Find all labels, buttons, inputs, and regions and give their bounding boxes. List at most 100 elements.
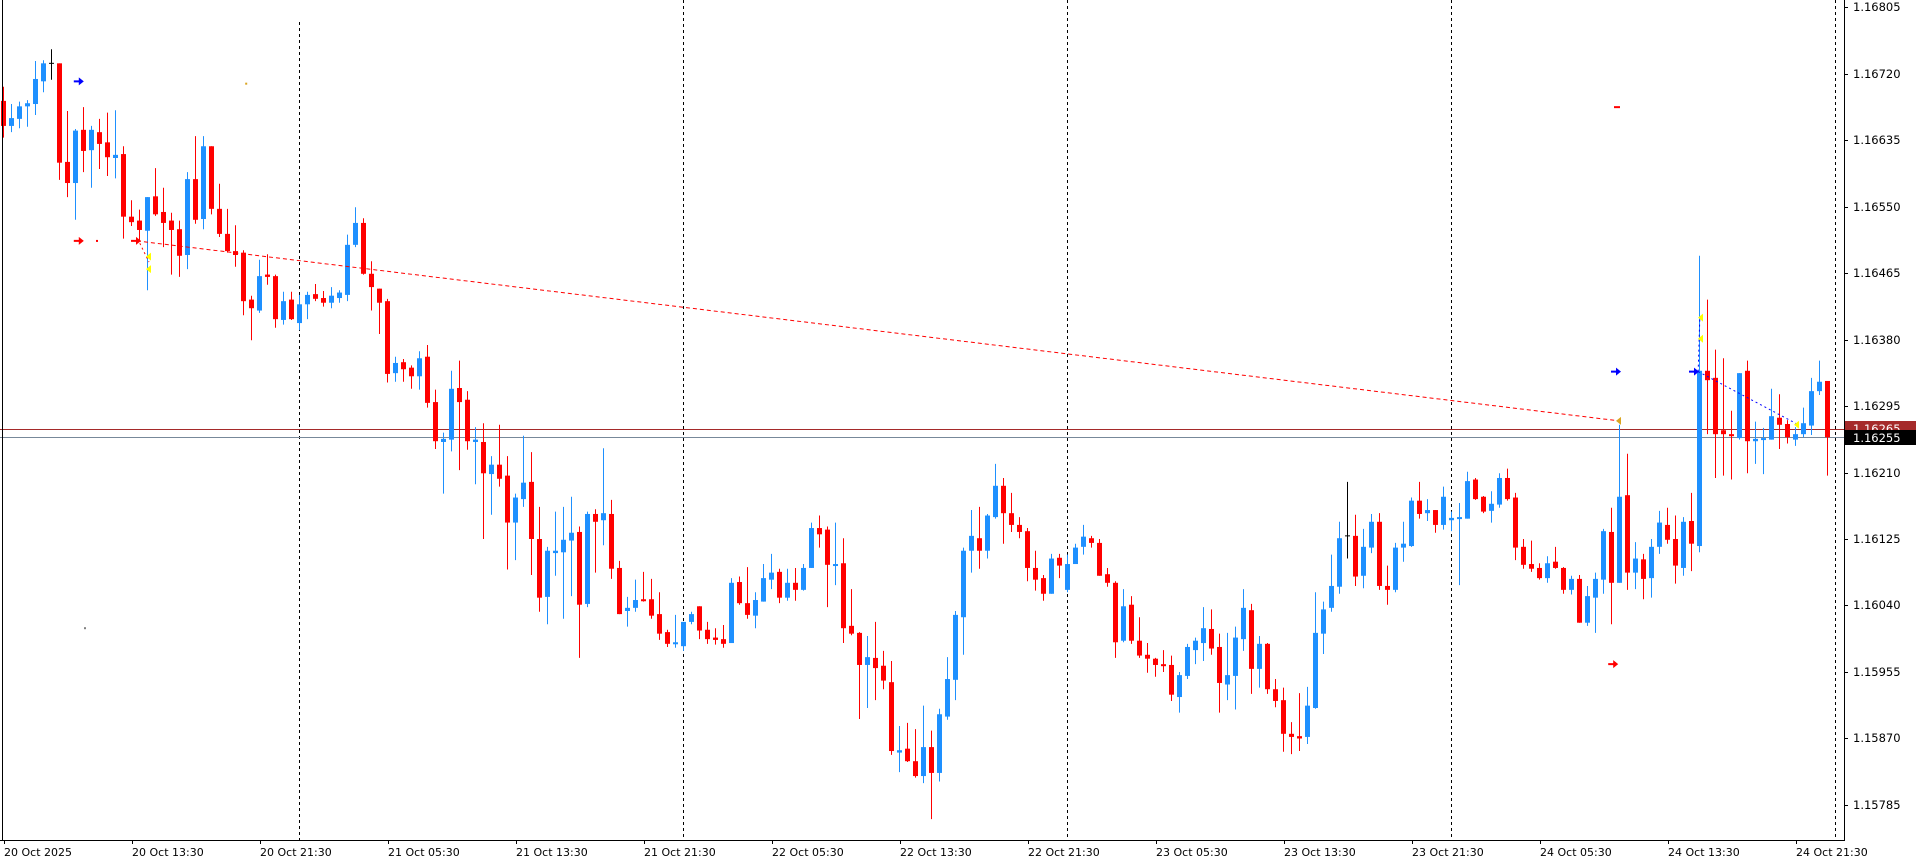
candle	[1393, 542, 1398, 593]
candle-body	[1169, 664, 1174, 695]
candle-body	[1417, 500, 1422, 514]
candle-body	[553, 550, 558, 554]
candle-body	[729, 582, 734, 644]
price-tick-label: 1.16040	[1853, 598, 1901, 612]
candle	[1473, 477, 1478, 500]
candle-body	[1145, 654, 1150, 659]
candle-body	[1449, 517, 1454, 521]
candle-body	[377, 288, 382, 303]
candle-body	[537, 539, 542, 598]
candle-body	[889, 682, 894, 752]
candle-body	[849, 625, 854, 634]
candle-body	[1649, 546, 1654, 579]
candle-body	[41, 63, 46, 82]
candle-body	[1497, 477, 1502, 505]
candle	[729, 578, 734, 644]
candle-body	[737, 582, 742, 604]
candle-body	[1801, 423, 1806, 435]
candle-body	[1289, 733, 1294, 737]
candle-body	[809, 528, 814, 568]
candle-body	[1321, 609, 1326, 634]
candle-body	[905, 748, 910, 762]
price-tick-label: 1.16465	[1853, 266, 1901, 280]
candle-body	[1265, 643, 1270, 690]
candle-body	[713, 637, 718, 640]
candle-body	[953, 614, 958, 680]
candle-body	[1513, 497, 1518, 548]
candle-body	[561, 539, 566, 553]
candle-body	[1177, 675, 1182, 698]
candle-body	[1361, 546, 1366, 576]
candle-body	[57, 63, 62, 163]
candle-body	[481, 441, 486, 474]
candle-body	[289, 299, 294, 320]
candle-body	[1377, 521, 1382, 586]
candle-body	[521, 482, 526, 500]
candle	[1049, 553, 1054, 594]
candle	[585, 511, 590, 608]
candle-body	[1001, 485, 1006, 514]
candle-body	[97, 132, 102, 144]
candlestick-chart[interactable]: 1.16805 1.16720 1.16635 1.16550 1.16465 1.163…	[0, 0, 1916, 867]
candle-body	[1273, 689, 1278, 701]
candle-body	[1641, 559, 1646, 579]
candle-body	[9, 118, 14, 126]
candle-body	[105, 142, 110, 158]
candle-body	[201, 146, 206, 220]
candle-body	[721, 639, 726, 644]
candle-body	[329, 295, 334, 303]
candle-body	[1817, 381, 1822, 392]
candle-body	[1353, 535, 1358, 577]
candle-body	[897, 750, 902, 753]
candle-body	[1721, 430, 1726, 435]
candle-body	[977, 538, 982, 551]
candle-body	[1409, 500, 1414, 547]
candle-body	[1337, 538, 1342, 587]
candle-body	[409, 367, 414, 377]
candle-body	[593, 513, 598, 522]
candle-body	[1185, 646, 1190, 676]
candle-body	[1281, 700, 1286, 734]
candle-body	[1625, 495, 1630, 573]
candle-body	[1793, 434, 1798, 440]
candle-body	[177, 229, 182, 256]
candle-body	[1673, 539, 1678, 566]
candle-body	[1201, 628, 1206, 644]
candle-body	[65, 161, 70, 184]
candle-body	[1521, 546, 1526, 565]
candle	[1577, 574, 1582, 623]
candle-body	[1385, 585, 1390, 590]
candle-body	[1065, 564, 1070, 590]
candle-body	[1633, 558, 1638, 573]
candle-body	[1809, 391, 1814, 426]
candle-body	[417, 358, 422, 377]
time-tick-label: 20 Oct 13:30	[132, 846, 204, 859]
candle-body	[1713, 377, 1718, 435]
candle-body	[217, 208, 222, 234]
candle-body	[1769, 416, 1774, 440]
candle-body	[1297, 736, 1302, 739]
candle-body	[249, 299, 254, 309]
candle-body	[1529, 564, 1534, 569]
price-tick-label: 1.16295	[1853, 399, 1901, 413]
price-tick-label: 1.16550	[1853, 200, 1901, 214]
candle-body	[873, 657, 878, 669]
time-tick-label: 24 Oct 13:30	[1668, 846, 1740, 859]
time-tick-label: 20 Oct 2025	[4, 846, 72, 859]
candle-body	[761, 578, 766, 602]
candle-body	[1, 100, 6, 126]
candle-body	[1697, 370, 1702, 547]
candle-body	[1761, 438, 1766, 441]
candle-body	[1249, 610, 1254, 669]
candle	[937, 708, 942, 782]
candle-body	[1233, 637, 1238, 676]
candle-body	[577, 531, 582, 605]
candle-body	[1097, 542, 1102, 576]
candle-body	[305, 294, 310, 305]
candle	[1185, 643, 1190, 680]
candle-body	[801, 567, 806, 590]
candle-body	[665, 632, 670, 644]
candle-body	[1537, 567, 1542, 579]
candle-body	[425, 356, 430, 403]
candle	[57, 63, 62, 180]
